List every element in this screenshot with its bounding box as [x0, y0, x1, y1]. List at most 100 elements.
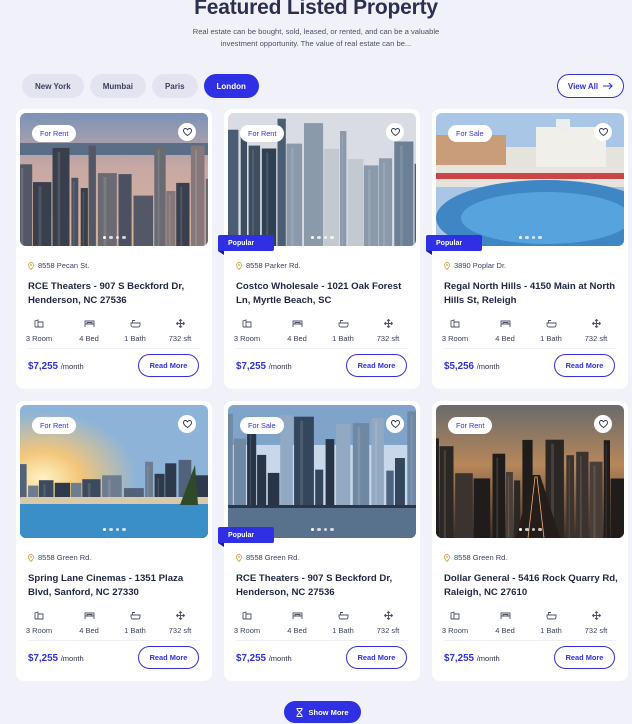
- carousel-dot[interactable]: [115, 527, 119, 531]
- map-pin-icon: [444, 261, 450, 270]
- carousel-dot[interactable]: [518, 235, 522, 239]
- favorite-button[interactable]: [594, 123, 612, 141]
- carousel-dots[interactable]: [436, 527, 624, 531]
- carousel-dots[interactable]: [20, 527, 208, 531]
- carousel-dots[interactable]: [20, 235, 208, 239]
- show-more-button[interactable]: Show More: [284, 701, 361, 723]
- property-photo[interactable]: For Rent: [436, 405, 624, 538]
- feature-item: 732 sft: [373, 319, 403, 343]
- carousel-dot[interactable]: [317, 527, 321, 531]
- property-card[interactable]: For Rent 8558 Green Rd. Spring Lane Cine…: [16, 401, 212, 681]
- room-icon: [242, 319, 252, 328]
- show-more-label: Show More: [308, 707, 349, 717]
- feature-item: 1 Bath: [536, 611, 566, 635]
- feature-label: 3 Room: [441, 626, 469, 635]
- feature-label: 3 Room: [25, 334, 53, 343]
- favorite-button[interactable]: [386, 123, 404, 141]
- property-photo[interactable]: For Sale: [228, 405, 416, 538]
- map-pin-icon: [444, 553, 450, 562]
- property-card[interactable]: For Rent 8558 Green Rd. Dollar General -…: [432, 401, 628, 681]
- favorite-button[interactable]: [178, 123, 196, 141]
- listing-type-badge: For Sale: [448, 125, 492, 142]
- carousel-dot[interactable]: [109, 527, 113, 531]
- carousel-dot[interactable]: [115, 235, 119, 239]
- bath-icon: [546, 320, 556, 328]
- feature-item: 4 Bed: [490, 319, 520, 343]
- feature-label: 1 Bath: [540, 626, 562, 635]
- property-name[interactable]: Costco Wholesale - 1021 Oak Forest Ln, M…: [236, 280, 411, 307]
- bath-icon: [130, 320, 140, 328]
- property-card[interactable]: For Sale Popular 3890 Poplar Dr. Regal N…: [426, 109, 628, 389]
- price-amount: $7,255: [28, 653, 58, 664]
- tab-mumbai[interactable]: Mumbai: [89, 74, 146, 98]
- property-photo[interactable]: For Rent: [20, 113, 208, 246]
- property-card[interactable]: For Rent Popular 8558 Parker Rd. Costco …: [218, 109, 420, 389]
- property-name[interactable]: Dollar General - 5416 Rock Quarry Rd, Ra…: [444, 572, 619, 599]
- view-all-button[interactable]: View All: [557, 74, 624, 98]
- carousel-dot[interactable]: [525, 527, 529, 531]
- section-title: Featured Listed Property: [194, 0, 438, 19]
- feature-label: 732 sft: [584, 334, 608, 343]
- price-unit: /month: [60, 654, 84, 663]
- carousel-dot[interactable]: [102, 235, 106, 239]
- carousel-dot[interactable]: [317, 235, 321, 239]
- feature-item: 3 Room: [232, 611, 262, 635]
- price-unit: /month: [476, 654, 500, 663]
- carousel-dot[interactable]: [538, 235, 542, 239]
- carousel-dot[interactable]: [323, 527, 327, 531]
- carousel-dot[interactable]: [330, 235, 334, 239]
- tab-london[interactable]: London: [203, 74, 259, 98]
- feature-label: 1 Bath: [124, 334, 146, 343]
- carousel-dot[interactable]: [102, 527, 106, 531]
- property-card[interactable]: For Sale Popular 8558 Green Rd. RCE Thea…: [218, 401, 420, 681]
- tab-new-york[interactable]: New York: [22, 74, 84, 98]
- feature-label: 4 Bed: [79, 334, 99, 343]
- carousel-dot[interactable]: [525, 235, 529, 239]
- carousel-dot[interactable]: [310, 235, 314, 239]
- feature-label: 4 Bed: [495, 334, 515, 343]
- feature-item: 732 sft: [581, 319, 611, 343]
- area-icon: [175, 319, 185, 328]
- section-subtitle: Real estate can be bought, sold, leased,…: [192, 27, 440, 48]
- property-photo[interactable]: For Rent: [20, 405, 208, 538]
- heart-icon: [390, 420, 400, 428]
- carousel-dot[interactable]: [330, 527, 334, 531]
- property-photo[interactable]: For Sale: [436, 113, 624, 246]
- read-more-button[interactable]: Read More: [554, 354, 615, 377]
- property-card[interactable]: For Rent 8558 Pecan St. RCE Theaters - 9…: [16, 109, 212, 389]
- address-line: 3890 Poplar Dr.: [444, 261, 506, 270]
- carousel-dot[interactable]: [538, 527, 542, 531]
- read-more-button[interactable]: Read More: [138, 354, 199, 377]
- carousel-dot[interactable]: [531, 235, 535, 239]
- carousel-dot[interactable]: [518, 527, 522, 531]
- carousel-dot[interactable]: [122, 235, 126, 239]
- property-name[interactable]: RCE Theaters - 907 S Beckford Dr, Hender…: [28, 280, 203, 307]
- favorite-button[interactable]: [594, 415, 612, 433]
- property-name[interactable]: Spring Lane Cinemas - 1351 Plaza Blvd, S…: [28, 572, 203, 599]
- carousel-dot[interactable]: [323, 235, 327, 239]
- carousel-dot[interactable]: [531, 527, 535, 531]
- tab-paris[interactable]: Paris: [151, 74, 198, 98]
- read-more-button[interactable]: Read More: [554, 646, 615, 669]
- carousel-dot[interactable]: [310, 527, 314, 531]
- carousel-dot[interactable]: [122, 527, 126, 531]
- map-pin-icon: [28, 261, 34, 270]
- favorite-button[interactable]: [178, 415, 196, 433]
- feature-item: 4 Bed: [74, 611, 104, 635]
- property-name[interactable]: RCE Theaters - 907 S Beckford Dr, Hender…: [236, 572, 411, 599]
- read-more-button[interactable]: Read More: [346, 646, 407, 669]
- feature-item: 732 sft: [165, 611, 195, 635]
- feature-label: 3 Room: [233, 626, 261, 635]
- bed-icon: [84, 612, 94, 619]
- feature-label: 732 sft: [376, 626, 400, 635]
- feature-label: 1 Bath: [332, 334, 354, 343]
- divider: [236, 640, 408, 641]
- carousel-dot[interactable]: [109, 235, 113, 239]
- feature-label: 1 Bath: [332, 626, 354, 635]
- property-photo[interactable]: For Rent: [228, 113, 416, 246]
- property-name[interactable]: Regal North Hills - 4150 Main at North H…: [444, 280, 619, 307]
- divider: [444, 640, 616, 641]
- read-more-button[interactable]: Read More: [138, 646, 199, 669]
- read-more-button[interactable]: Read More: [346, 354, 407, 377]
- favorite-button[interactable]: [386, 415, 404, 433]
